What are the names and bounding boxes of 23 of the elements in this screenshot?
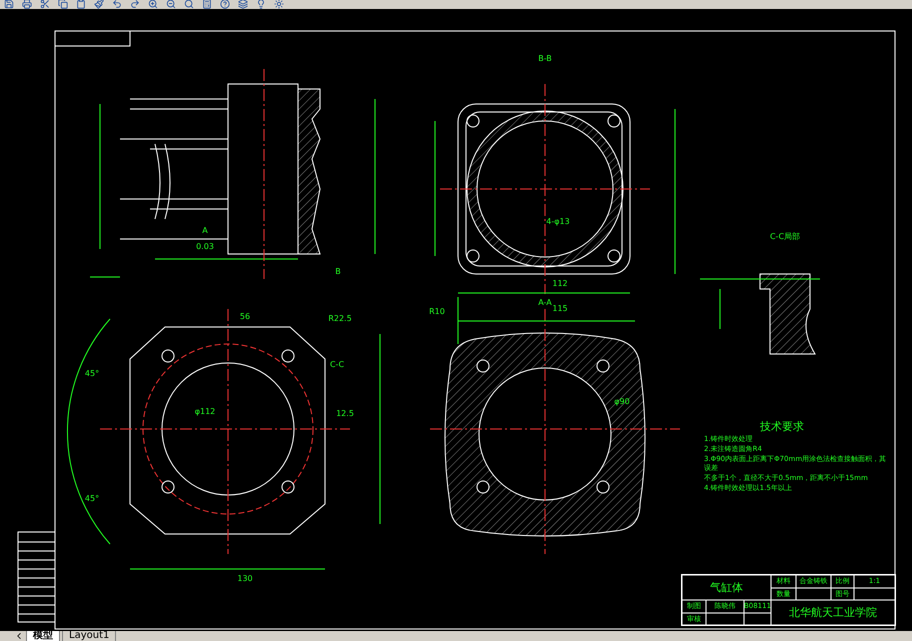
dimension-text: φ90	[614, 397, 630, 406]
dimension-text: 56	[240, 312, 250, 321]
dimension-text: 45°	[84, 494, 100, 503]
dimension-text: R22.5	[328, 314, 352, 323]
dimension-text: 4-φ13	[546, 217, 570, 226]
dimension-text: B	[335, 267, 341, 276]
dimension-text: 45°	[84, 369, 100, 378]
layout-tab[interactable]: Layout1	[62, 630, 116, 641]
view-label: B-B	[538, 54, 552, 63]
part-name: 气缸体	[682, 575, 771, 600]
dimension-text: A	[202, 226, 208, 235]
tech-requirements-title: 技术要求	[759, 419, 805, 434]
dimension-text: R10	[429, 307, 445, 316]
view-label: A-A	[538, 298, 552, 307]
dimension-text: 115	[552, 304, 568, 313]
view-label: C-C局部	[770, 232, 800, 241]
dimension-text: 112	[552, 279, 568, 288]
dimension-text: 0.03	[196, 242, 214, 251]
dimension-text: 130	[237, 574, 253, 583]
dimension-text: φ112	[194, 407, 216, 416]
dimension-text: 12.5	[336, 409, 354, 418]
view-label: C-C	[330, 360, 344, 369]
school-name: 北华航天工业学院	[771, 600, 895, 625]
